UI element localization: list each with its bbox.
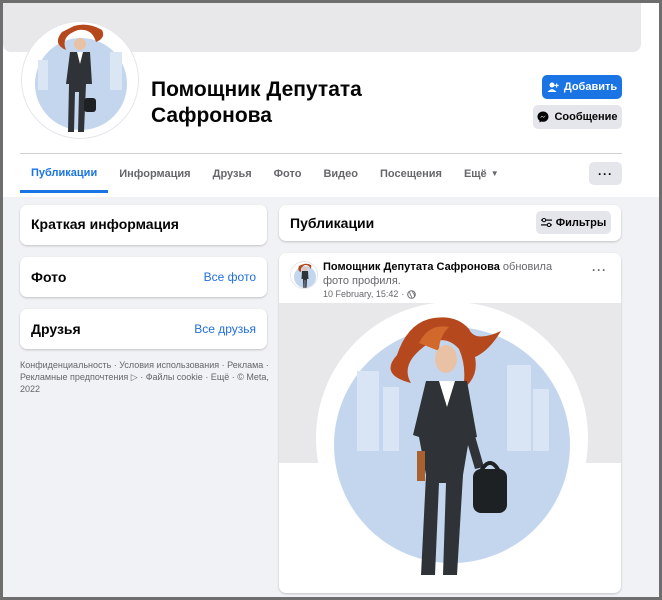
post-author-avatar[interactable] [290,261,318,289]
friends-title: Друзья [31,321,81,337]
post-meta: 10 February, 15:42 · [323,289,417,299]
message-button[interactable]: Сообщение [533,105,622,129]
footer-links: Конфиденциальность · Условия использован… [20,359,270,395]
add-friend-label: Добавить [563,81,618,93]
more-options-button[interactable]: ··· [589,162,622,185]
intro-title: Краткая информация [31,216,179,232]
post-meta-separator: · [401,289,405,299]
tab-about[interactable]: Информация [108,155,201,193]
tab-checkins[interactable]: Посещения [369,155,453,193]
intro-card: Краткая информация [20,205,267,245]
post-header-text: Помощник Депутата Сафронова обновила фот… [323,260,573,288]
filter-sliders-icon [540,218,552,227]
ad-choices-icon: ▷ [130,372,138,382]
post-profile-photo[interactable] [279,303,621,586]
tab-videos[interactable]: Видео [312,155,369,193]
tab-more-label: Ещё [463,168,487,180]
message-label: Сообщение [554,111,618,123]
photos-card: Фото Все фото [20,257,267,297]
tab-about-label: Информация [119,168,191,180]
tab-photos[interactable]: Фото [263,155,313,193]
post-author-link[interactable]: Помощник Депутата Сафронова [323,261,500,273]
footer-line-1[interactable]: Конфиденциальность · Условия использован… [20,359,270,371]
globe-icon [407,289,417,299]
profile-avatar[interactable] [21,21,139,139]
footer-line-4: 2022 [20,384,41,394]
footer-line-2: Рекламные предпочтения ▷ · Файлы cookie … [20,371,270,383]
browser-viewport: Помощник Депутата Сафронова Добавить Соо… [3,3,659,597]
tab-posts[interactable]: Публикации [20,155,109,193]
post-options-button[interactable]: ··· [592,263,607,277]
filters-label: Фильтры [555,216,607,229]
caret-down-icon: ▼ [490,169,499,178]
tab-posts-label: Публикации [31,166,98,179]
tab-photos-label: Фото [273,168,302,180]
ad-choices-link[interactable]: Рекламные предпочтения [20,372,128,382]
posts-title: Публикации [290,215,375,231]
profile-header: Помощник Депутата Сафронова Добавить Соо… [3,3,659,197]
tab-friends-label: Друзья [212,168,252,180]
tab-checkins-label: Посещения [379,168,442,180]
profile-name: Помощник Депутата Сафронова [151,78,362,127]
all-photos-link[interactable]: Все фото [204,270,256,284]
footer-line-3[interactable]: · Файлы cookie · Ещё · © Meta, [140,372,269,382]
add-user-icon [547,82,559,92]
tab-friends[interactable]: Друзья [202,155,263,193]
profile-tabs: Публикации Информация Друзья Фото Видео … [20,155,510,193]
post-card: Помощник Депутата Сафронова обновила фот… [279,253,621,593]
messenger-icon [537,111,549,123]
posts-header-card: Публикации Фильтры [279,205,621,241]
post-timestamp[interactable]: 10 February, 15:42 [323,289,398,299]
photos-title: Фото [31,269,67,285]
add-friend-button[interactable]: Добавить [542,75,622,99]
friends-card: Друзья Все друзья [20,309,267,349]
header-divider [20,153,622,154]
filters-button[interactable]: Фильтры [536,211,611,234]
tab-more[interactable]: Ещё ▼ [453,155,510,193]
all-friends-link[interactable]: Все друзья [194,322,256,336]
tab-videos-label: Видео [323,168,358,180]
